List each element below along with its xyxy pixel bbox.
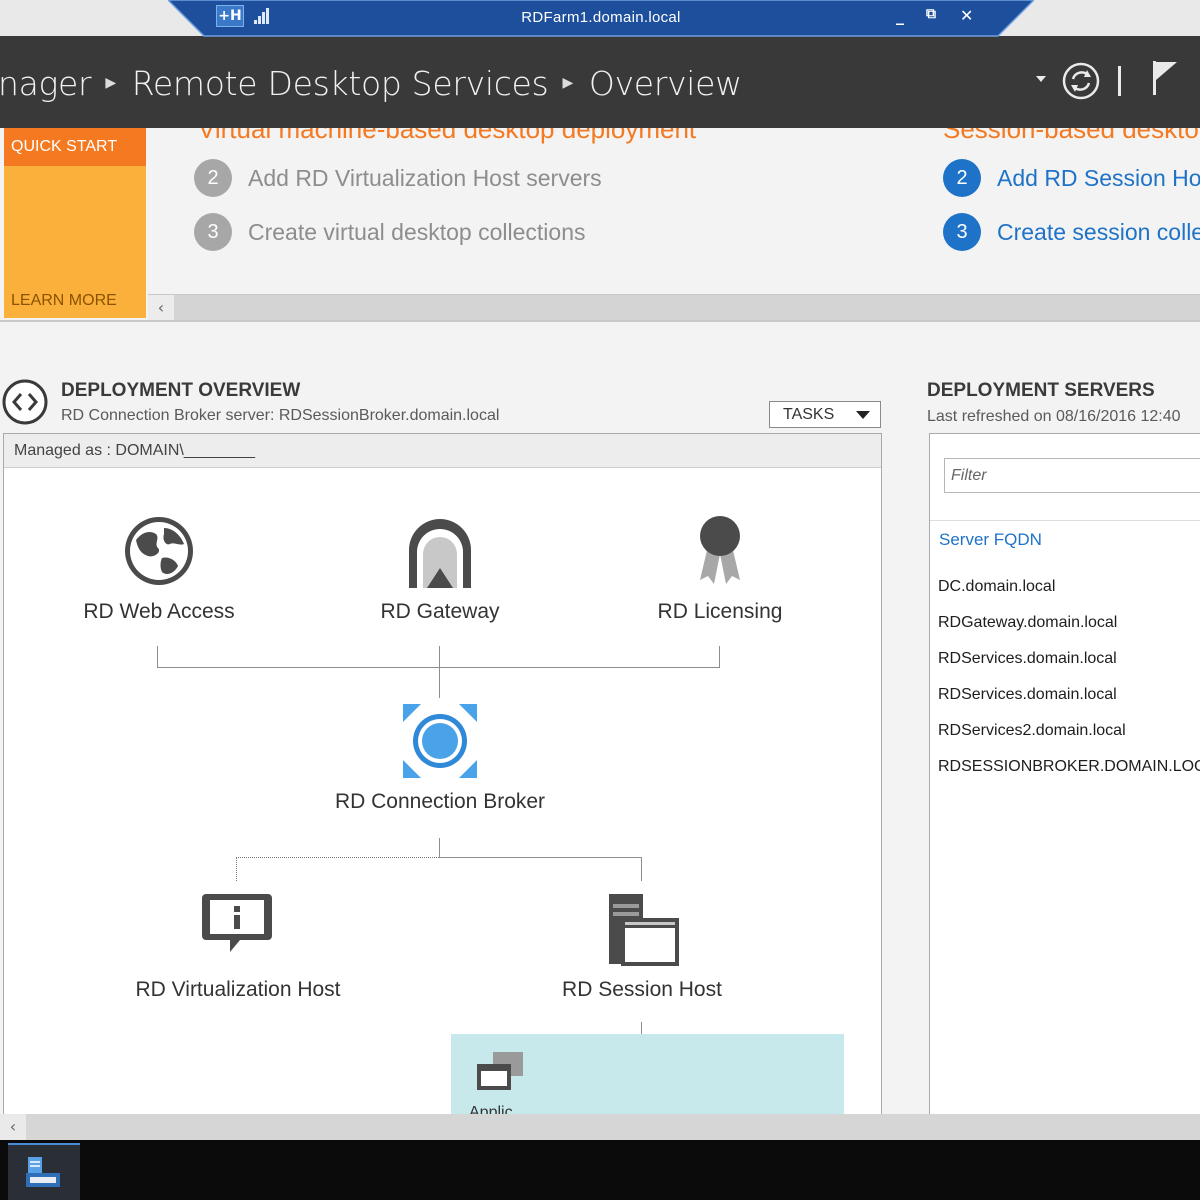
create-session-collections-link[interactable]: Create session collections [997,219,1200,246]
quick-start-scrollbar[interactable]: ‹ [148,294,1200,321]
refresh-icon[interactable] [1061,61,1101,101]
restore-button[interactable]: ⧉ [926,6,936,22]
server-row[interactable]: RDSESSIONBROKER.DOMAIN.LOCAL [938,758,1200,776]
connector-line [157,667,720,668]
scroll-left-icon[interactable]: ‹ [148,295,174,321]
deployment-overview-icon [2,379,48,425]
session-collection-box[interactable]: Applic... [451,1034,844,1122]
rdp-title: RDFarm1.domain.local [521,9,681,26]
step-number: 2 [194,159,232,197]
breadcrumb-overview: Overview [588,64,742,103]
dotted-connector-line [236,857,237,881]
breadcrumb-server-manager[interactable]: nager [0,64,92,103]
filter-input[interactable]: Filter [944,458,1200,493]
session-host-icon[interactable] [607,894,679,966]
rd-connection-broker-label[interactable]: RD Connection Broker [335,790,545,814]
managed-as-bar: Managed as : DOMAIN\________ [4,434,881,468]
server-manager-taskbar-button[interactable] [8,1143,80,1200]
server-manager-header: nager ▶ Remote Desktop Services ▶ Overview [0,36,1200,128]
rd-session-host-label[interactable]: RD Session Host [562,978,722,1002]
rd-virtualization-host-label[interactable]: RD Virtualization Host [135,978,340,1002]
dropdown-arrow-icon[interactable] [1036,76,1046,82]
taskbar [0,1140,1200,1200]
panel-divider [930,520,1200,521]
dotted-connector-line [236,857,439,858]
quick-start-panel: QUICK START LEARN MORE Virtual machine-b… [0,128,1200,322]
breadcrumb-separator-icon: ▶ [105,75,116,91]
connector-line [157,646,158,668]
session-heading: Session-based desktop deployment [943,128,1200,144]
learn-more-label[interactable]: LEARN MORE [11,292,117,310]
virtualization-host-icon[interactable] [200,892,274,954]
deployment-servers-title: DEPLOYMENT SERVERS [927,380,1155,401]
tasks-label: TASKS [783,406,835,423]
step-number: 3 [943,213,981,251]
server-row[interactable]: RDServices2.domain.local [938,722,1126,740]
connector-line [641,1022,642,1034]
deployment-servers-panel: Filter Server FQDN DC.domain.local RDGat… [929,433,1200,1123]
quick-start-label[interactable]: QUICK START [4,128,146,166]
connection-broker-icon[interactable] [403,704,477,778]
scroll-left-icon[interactable]: ‹ [0,1114,26,1140]
deployment-overview-title: DEPLOYMENT OVERVIEW [61,380,301,401]
server-row[interactable]: RDServices.domain.local [938,686,1117,704]
last-refreshed-label: Last refreshed on 08/16/2016 12:40 [927,408,1181,425]
server-manager-icon [26,1157,60,1187]
minimize-button[interactable]: _ [896,6,904,25]
connector-line [719,646,720,668]
server-row[interactable]: DC.domain.local [938,578,1055,596]
deployment-diagram: Managed as : DOMAIN\________ RD Web Acce… [3,433,882,1123]
step-number: 2 [943,159,981,197]
gateway-icon[interactable] [407,518,473,590]
rd-licensing-label[interactable]: RD Licensing [658,600,783,624]
flag-icon[interactable] [1150,58,1180,98]
connector-line [439,646,440,698]
quick-start-tile[interactable]: QUICK START LEARN MORE [4,128,146,318]
server-fqdn-column-header[interactable]: Server FQDN [939,530,1042,550]
collection-icon [477,1052,523,1090]
header-divider [1118,66,1121,96]
server-row[interactable]: RDGateway.domain.local [938,614,1117,632]
section-divider [0,320,1200,322]
step-label: Create virtual desktop collections [248,219,586,245]
close-button[interactable]: ✕ [960,6,973,25]
connector-line [641,857,642,881]
rdp-connection-bar[interactable]: +H RDFarm1.domain.local _ ⧉ ✕ [168,0,1034,38]
vdi-heading: Virtual machine-based desktop deployment [198,128,697,144]
breadcrumb-rds[interactable]: Remote Desktop Services [132,64,549,103]
chevron-down-icon [856,411,870,419]
globe-icon[interactable] [122,514,196,588]
broker-server-label: RD Connection Broker server: RDSessionBr… [61,407,500,424]
step-label: Add RD Virtualization Host servers [248,165,602,191]
tasks-button[interactable]: TASKS [769,401,881,428]
connector-line [439,857,642,858]
rd-gateway-label[interactable]: RD Gateway [380,600,499,624]
breadcrumb: nager ▶ Remote Desktop Services ▶ Overview [0,64,742,103]
breadcrumb-separator-icon: ▶ [562,75,573,91]
step-number: 3 [194,213,232,251]
add-rd-session-host-link[interactable]: Add RD Session Host servers [997,165,1200,192]
server-row[interactable]: RDServices.domain.local [938,650,1117,668]
rd-web-access-label[interactable]: RD Web Access [83,600,234,624]
horizontal-scrollbar[interactable]: ‹ [0,1114,1200,1140]
connector-line [439,838,440,858]
licensing-ribbon-icon[interactable] [698,514,742,586]
